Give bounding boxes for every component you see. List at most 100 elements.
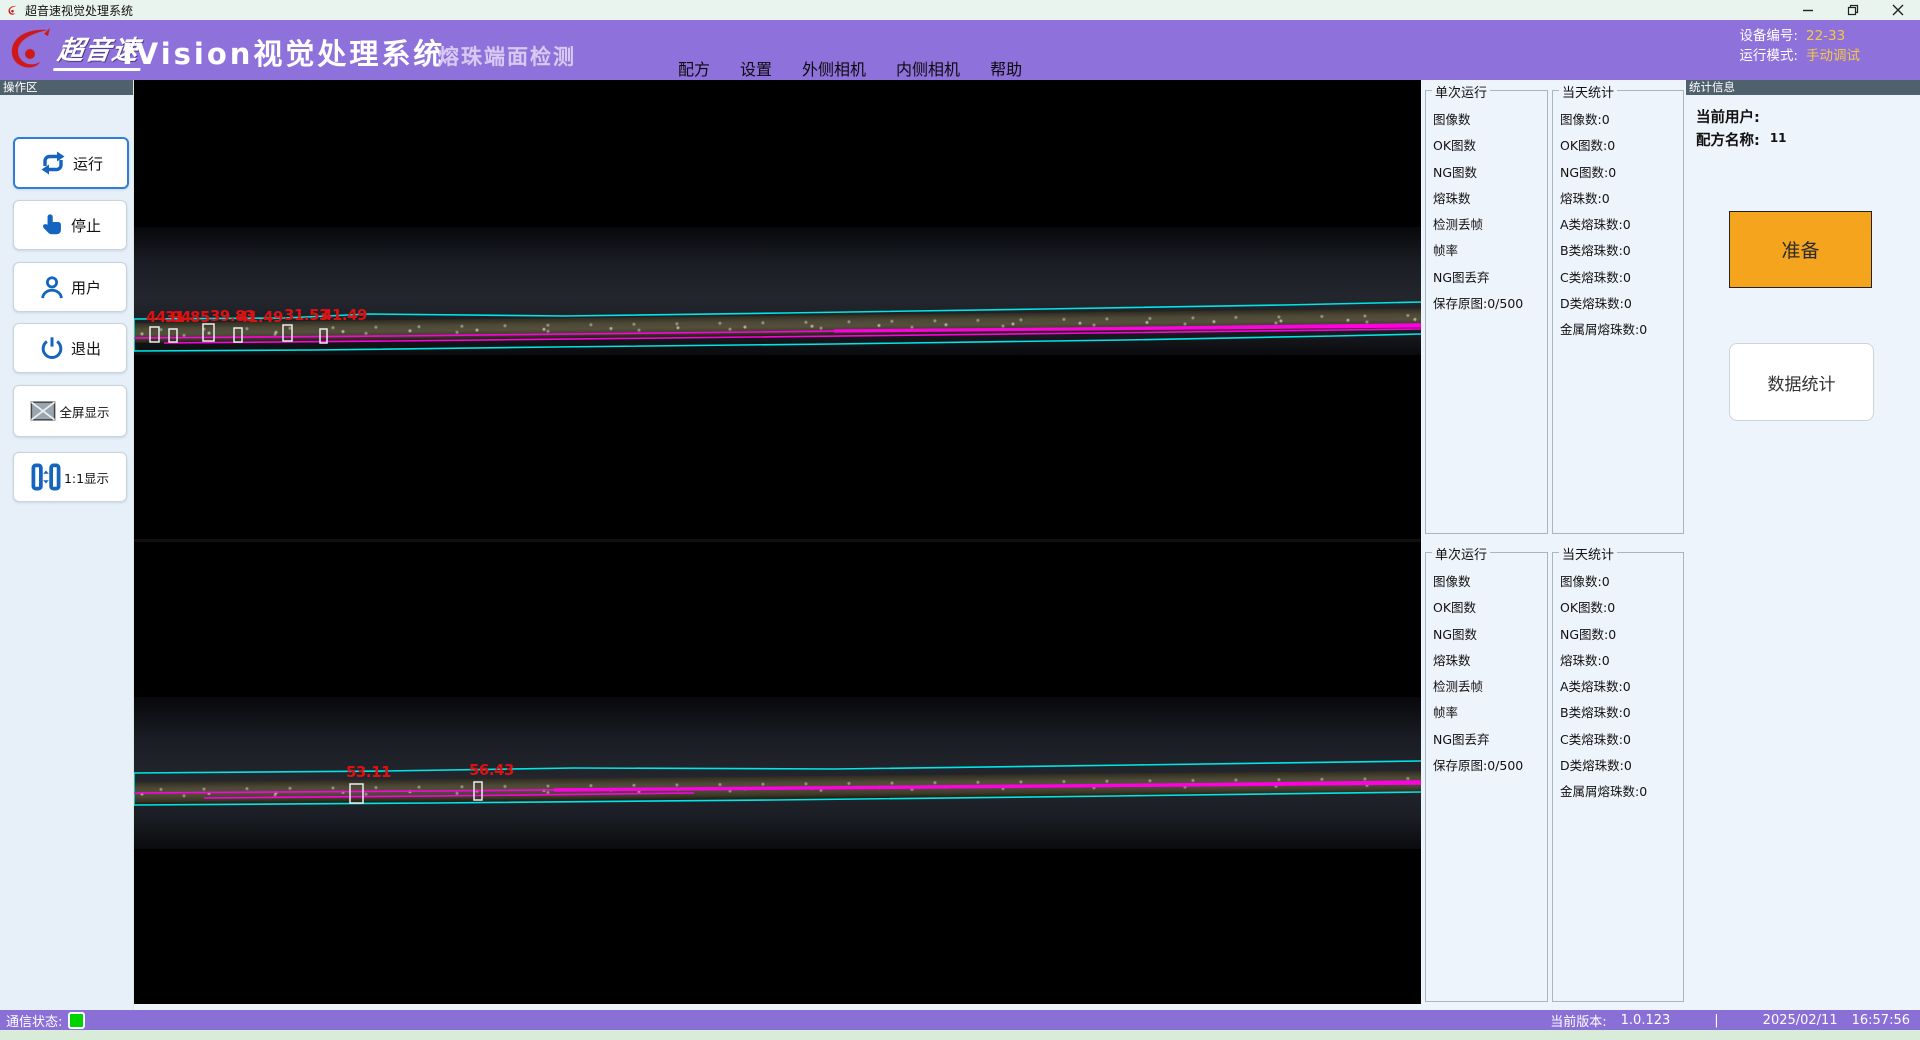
user-icon — [39, 274, 65, 300]
stat-row: 图像数:0 — [1560, 569, 1683, 595]
exit-button[interactable]: 退出 — [13, 323, 127, 373]
stat-row: C类熔珠数:0 — [1560, 727, 1683, 753]
stat-row: A类熔珠数:0 — [1560, 212, 1683, 238]
separator: | — [1714, 1013, 1718, 1028]
outer-single-run-groupbox: 单次运行 图像数 OK图数 NG图数 熔珠数 检测丢帧 帧率 NG图丢弃 保存原… — [1425, 90, 1548, 534]
device-id-label: 设备编号: — [1739, 28, 1798, 44]
stat-row: NG图数 — [1433, 622, 1547, 648]
ready-button[interactable]: 准备 — [1729, 211, 1872, 288]
stat-row: 帧率 — [1433, 700, 1547, 726]
measurement-label: 53.11 — [346, 763, 391, 781]
app-logo-icon — [6, 4, 19, 17]
measurement-label: 31.85 — [165, 308, 210, 326]
one-to-one-icon — [31, 463, 61, 491]
recipe-name-value: 11 — [1770, 131, 1787, 145]
stat-row: 帧率 — [1433, 238, 1547, 264]
header-device-info: 设备编号: 22-33 运行模式: 手动调试 — [1739, 26, 1860, 66]
menu-help[interactable]: 帮助 — [990, 56, 1022, 80]
menu-settings[interactable]: 设置 — [740, 56, 772, 80]
stat-row: 金属屑熔珠数:0 — [1560, 317, 1683, 343]
current-user-row: 当前用户: — [1696, 106, 1760, 127]
stat-row: 金属屑熔珠数:0 — [1560, 779, 1683, 805]
stat-row: NG图数 — [1433, 160, 1547, 186]
stat-row: NG图丢弃 — [1433, 727, 1547, 753]
info-panel-title: 统计信息 — [1686, 80, 1920, 95]
app-subtitle: 熔珠端面检测 — [438, 41, 576, 71]
stat-row: B类熔珠数:0 — [1560, 700, 1683, 726]
app-title: IVision视觉处理系统 — [122, 31, 445, 73]
stat-row: D类熔珠数:0 — [1560, 753, 1683, 779]
stat-row: 熔珠数:0 — [1560, 186, 1683, 212]
stat-row: B类熔珠数:0 — [1560, 238, 1683, 264]
one-to-one-button[interactable]: 1:1显示 — [13, 452, 127, 502]
fullscreen-icon — [30, 400, 56, 422]
sidebar-title: 操作区 — [0, 80, 133, 95]
stat-row: A类熔珠数:0 — [1560, 674, 1683, 700]
menu-outer-camera[interactable]: 外侧相机 — [802, 56, 866, 80]
groupbox-title: 当天统计 — [1559, 82, 1617, 101]
data-statistics-button[interactable]: 数据统计 — [1729, 343, 1874, 421]
minimize-button[interactable] — [1785, 0, 1830, 20]
outer-camera-view[interactable]: 44.94 31.85 39.83 41.49 31.53 41.49 — [134, 80, 1421, 539]
comm-status-led — [68, 1012, 85, 1029]
app-header: 超音速 IVision视觉处理系统 熔珠端面检测 配方 设置 外侧相机 内侧相机… — [0, 20, 1920, 80]
measurement-label: 41.49 — [238, 308, 283, 326]
one-to-one-button-label: 1:1显示 — [64, 468, 109, 487]
groupbox-title: 单次运行 — [1432, 82, 1490, 101]
user-button-label: 用户 — [71, 277, 101, 298]
outer-stats-section: 单次运行 图像数 OK图数 NG图数 熔珠数 检测丢帧 帧率 NG图丢弃 保存原… — [1421, 80, 1686, 539]
hand-click-icon — [39, 212, 65, 238]
stat-row: 熔珠数 — [1433, 648, 1547, 674]
stat-row: NG图数:0 — [1560, 160, 1683, 186]
inner-single-run-groupbox: 单次运行 图像数 OK图数 NG图数 熔珠数 检测丢帧 帧率 NG图丢弃 保存原… — [1425, 552, 1548, 1002]
user-button[interactable]: 用户 — [13, 262, 127, 312]
version-label: 当前版本: — [1550, 1011, 1606, 1030]
comm-status: 通信状态: — [6, 1011, 85, 1030]
run-mode-label: 运行模式: — [1739, 48, 1798, 64]
stat-row: OK图数 — [1433, 133, 1547, 159]
title-bar: 超音速视觉处理系统 — [0, 0, 1920, 20]
groupbox-title: 单次运行 — [1432, 544, 1490, 563]
stat-row: 熔珠数 — [1433, 186, 1547, 212]
device-id-value: 22-33 — [1806, 28, 1845, 44]
camera-view-area: 44.94 31.85 39.83 41.49 31.53 41.49 53.1… — [134, 80, 1421, 1010]
stat-row: NG图丢弃 — [1433, 265, 1547, 291]
stat-row: 保存原图:0/500 — [1433, 753, 1547, 779]
inner-daily-groupbox: 当天统计 图像数:0 OK图数:0 NG图数:0 熔珠数:0 A类熔珠数:0 B… — [1552, 552, 1684, 1002]
stat-row: 检测丢帧 — [1433, 212, 1547, 238]
menu-recipe[interactable]: 配方 — [678, 56, 710, 80]
inner-detection-overlay — [134, 542, 1421, 1004]
outer-daily-groupbox: 当天统计 图像数:0 OK图数:0 NG图数:0 熔珠数:0 A类熔珠数:0 B… — [1552, 90, 1684, 534]
fullscreen-button[interactable]: 全屏显示 — [13, 385, 127, 437]
measurement-label: 56.43 — [469, 761, 514, 779]
current-time: 16:57:56 — [1852, 1013, 1910, 1028]
stat-row: 图像数:0 — [1560, 107, 1683, 133]
run-mode-value: 手动调试 — [1806, 48, 1860, 64]
statistics-info-panel: 统计信息 当前用户: 配方名称:11 准备 数据统计 — [1686, 80, 1920, 1010]
run-button[interactable]: 运行 — [13, 137, 129, 189]
status-bar: 通信状态: 当前版本: 1.0.123 | 2025/02/11 16:57:5… — [0, 1010, 1920, 1030]
menu-inner-camera[interactable]: 内侧相机 — [896, 56, 960, 80]
current-date: 2025/02/11 — [1763, 1013, 1838, 1028]
brand-swoosh-icon — [4, 24, 56, 76]
window-title: 超音速视觉处理系统 — [25, 2, 133, 19]
stop-button[interactable]: 停止 — [13, 200, 127, 250]
current-user-label: 当前用户: — [1696, 110, 1760, 126]
operation-sidebar: 操作区 运行 停止 用户 — [0, 80, 133, 1010]
close-button[interactable] — [1875, 0, 1920, 20]
version-block: 当前版本: 1.0.123 | 2025/02/11 16:57:56 — [1550, 1011, 1910, 1030]
stat-row: 保存原图:0/500 — [1433, 291, 1547, 317]
run-button-label: 运行 — [73, 153, 103, 174]
inner-camera-view[interactable]: 53.11 56.43 — [134, 542, 1421, 1004]
power-icon — [39, 335, 65, 361]
fullscreen-button-label: 全屏显示 — [59, 402, 109, 421]
statistics-panels: 单次运行 图像数 OK图数 NG图数 熔珠数 检测丢帧 帧率 NG图丢弃 保存原… — [1421, 80, 1686, 1010]
stat-row: OK图数:0 — [1560, 133, 1683, 159]
measurement-label: 41.49 — [322, 306, 367, 324]
stat-row: 检测丢帧 — [1433, 674, 1547, 700]
run-cycle-icon — [39, 149, 67, 177]
stat-row: NG图数:0 — [1560, 622, 1683, 648]
stat-row: 图像数 — [1433, 107, 1547, 133]
exit-button-label: 退出 — [71, 338, 101, 359]
restore-button[interactable] — [1830, 0, 1875, 20]
